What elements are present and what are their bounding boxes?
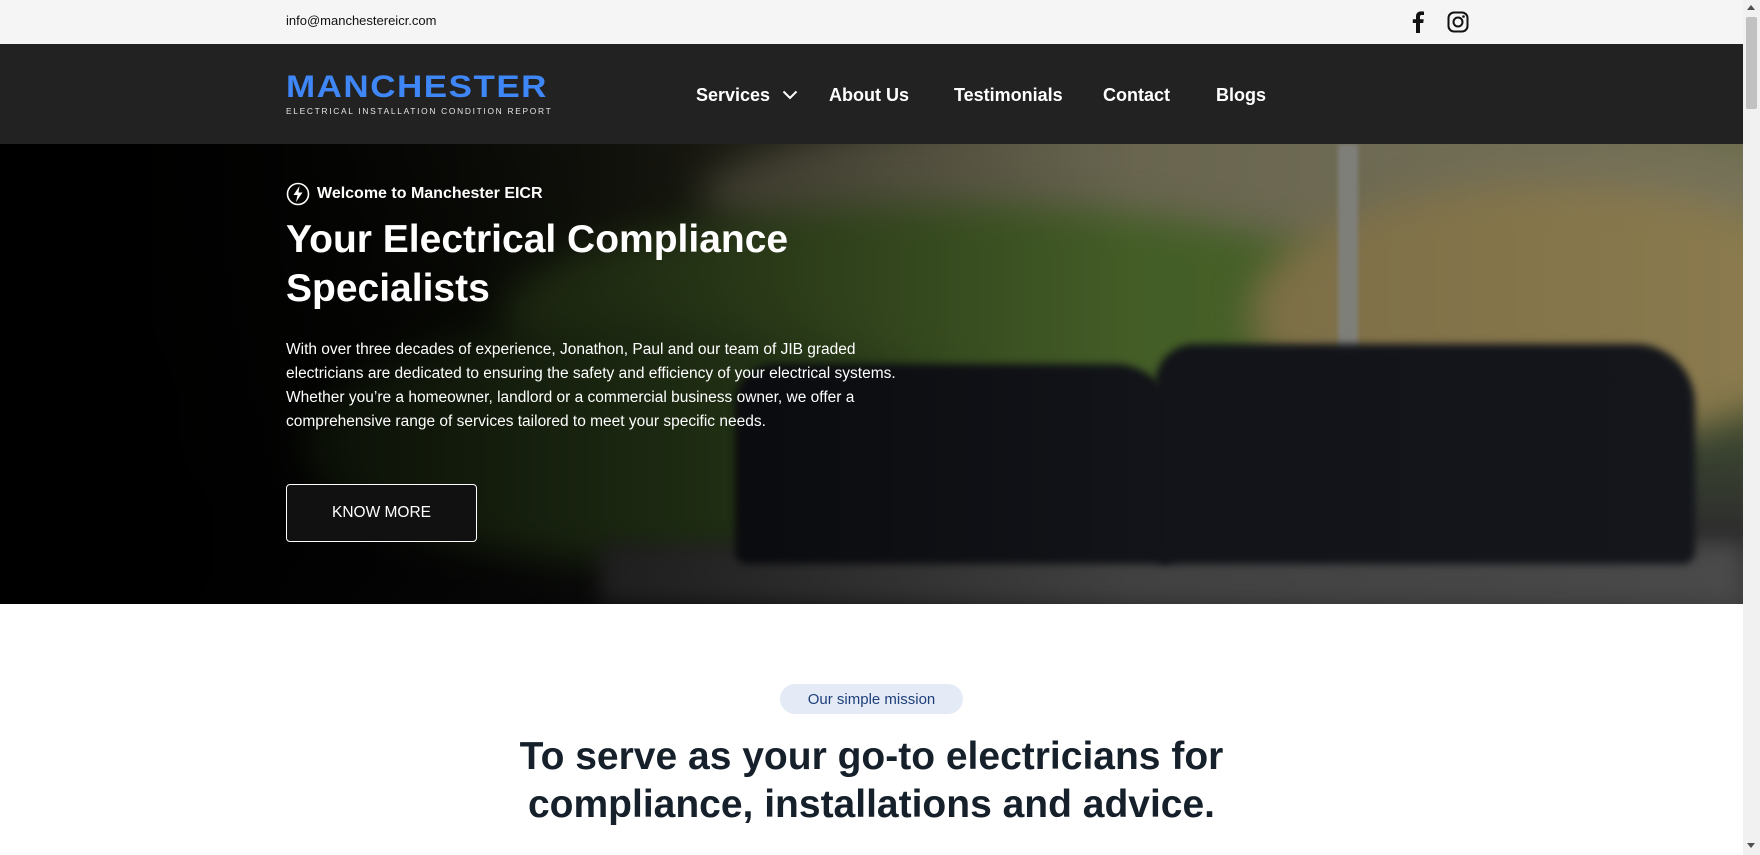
hero-description: With over three decades of experience, J… [286, 341, 896, 430]
hero-title: Your Electrical Compliance Specialists [286, 218, 789, 310]
nav-item-about-us[interactable]: About Us [829, 80, 909, 110]
page-scrollbar[interactable] [1743, 0, 1760, 855]
contact-email-link[interactable]: info@manchestereicr.com [286, 13, 436, 28]
scrollbar-thumb[interactable] [1746, 17, 1757, 109]
nav-item-services[interactable]: Services [696, 80, 800, 110]
lightning-bolt-icon [286, 182, 310, 206]
nav-item-testimonials[interactable]: Testimonials [954, 80, 1063, 110]
logo-subtitle: ELECTRICAL INSTALLATION CONDITION REPORT [286, 106, 553, 116]
nav-item-label: Services [696, 84, 771, 105]
nav-item-blogs[interactable]: Blogs [1216, 80, 1266, 110]
scroll-up-icon[interactable] [1747, 5, 1755, 10]
know-more-button[interactable]: KNOW MORE [286, 484, 477, 542]
hero-eyebrow: Welcome to Manchester EICR [286, 182, 543, 206]
mission-badge: Our simple mission [780, 684, 963, 714]
chevron-down-icon[interactable] [782, 86, 800, 104]
instagram-icon[interactable] [1445, 9, 1471, 35]
nav-item-contact[interactable]: Contact [1103, 80, 1170, 110]
scroll-down-icon[interactable] [1747, 843, 1755, 848]
hero-eyebrow-text: Welcome to Manchester EICR [317, 185, 543, 202]
site-logo[interactable]: MANCHESTER ELECTRICAL INSTALLATION CONDI… [286, 69, 553, 116]
mission-title: To serve as your go-to electricians for … [519, 735, 1224, 826]
top-bar: info@manchestereicr.com [0, 0, 1743, 44]
main-navbar: MANCHESTER ELECTRICAL INSTALLATION CONDI… [0, 44, 1743, 144]
facebook-icon[interactable] [1405, 9, 1431, 35]
logo-wordmark: MANCHESTER [286, 69, 548, 105]
